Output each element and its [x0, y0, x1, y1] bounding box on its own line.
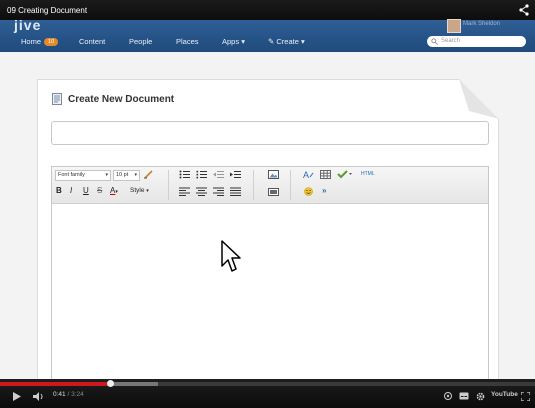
- user-name: Mark Sheldon: [463, 21, 501, 27]
- clear-formatting-icon[interactable]: [143, 170, 154, 179]
- app-logo[interactable]: jive: [14, 17, 41, 33]
- chevron-down-icon: ▾: [134, 172, 137, 178]
- underline-button[interactable]: U: [83, 186, 89, 195]
- emoticon-icon[interactable]: [303, 187, 314, 196]
- time-display: 0:41 / 3:24: [53, 391, 84, 398]
- video-title[interactable]: 09 Creating Document: [7, 6, 87, 15]
- chevron-down-icon: ▾: [301, 37, 305, 46]
- bold-button[interactable]: B: [56, 186, 62, 195]
- outdent-icon[interactable]: [213, 170, 224, 179]
- page-fold-decoration: [459, 79, 499, 119]
- style-label: Style: [130, 187, 145, 194]
- spellcheck-icon[interactable]: A: [303, 170, 314, 179]
- volume-icon[interactable]: [33, 392, 45, 401]
- toolbar-separator: [168, 170, 169, 200]
- video-title-bar: 09 Creating Document: [0, 0, 535, 20]
- font-size-select[interactable]: 10 pt ▾: [113, 170, 140, 181]
- youtube-label: YouTube: [491, 391, 518, 398]
- nav-home-label: Home: [21, 37, 42, 46]
- toolbar-separator: [290, 170, 291, 200]
- bullet-list-icon[interactable]: [179, 170, 190, 179]
- page-title: Create New Document: [68, 94, 175, 105]
- nav-create[interactable]: ✎ Create ▾: [268, 37, 305, 46]
- captions-icon[interactable]: [459, 392, 469, 400]
- video-progress-bar[interactable]: [0, 380, 535, 387]
- text-color-button[interactable]: A▾: [110, 186, 118, 195]
- search-icon: [431, 38, 438, 45]
- document-subject-field[interactable]: [51, 121, 489, 145]
- youtube-logo[interactable]: YouTube: [491, 391, 518, 398]
- chevron-down-icon: ▾: [115, 189, 118, 195]
- chevron-down-icon: ▾: [146, 188, 149, 194]
- nav-apps-label: Apps: [222, 37, 240, 46]
- share-icon[interactable]: [519, 4, 529, 16]
- image-icon[interactable]: [268, 170, 279, 179]
- user-menu[interactable]: Mark Sheldon: [447, 19, 517, 33]
- video-embed-icon[interactable]: [268, 187, 279, 196]
- notification-badge: 10: [44, 38, 59, 46]
- style-button[interactable]: Style ▾: [130, 187, 149, 194]
- editor-toolbar: Font family ▾ 10 pt ▾ B I U S A▾ Style ▾…: [52, 167, 488, 204]
- current-time: 0:41: [53, 391, 66, 398]
- nav-home[interactable]: Home 10: [21, 37, 59, 46]
- video-player-controls: 0:41 / 3:24 YouTube: [0, 379, 535, 408]
- search-placeholder: Search: [441, 38, 461, 44]
- nav-content[interactable]: Content: [79, 37, 105, 46]
- toolbar-separator: [253, 170, 254, 200]
- font-family-value: Font family: [58, 172, 85, 178]
- document-card: Create New Document Font family ▾ 10 pt ▾: [37, 79, 499, 398]
- more-tools-button[interactable]: »: [322, 186, 326, 195]
- align-right-icon[interactable]: [213, 187, 224, 196]
- page-body: Create New Document Font family ▾ 10 pt ▾: [0, 52, 535, 398]
- duration: 3:24: [71, 391, 84, 398]
- font-size-value: 10 pt: [116, 172, 129, 178]
- html-button[interactable]: HTML: [361, 171, 375, 177]
- nav-people[interactable]: People: [129, 37, 152, 46]
- rich-text-editor[interactable]: Font family ▾ 10 pt ▾ B I U S A▾ Style ▾…: [51, 166, 489, 398]
- mention-insert-icon[interactable]: [337, 170, 353, 179]
- nav-apps[interactable]: Apps ▾: [222, 37, 245, 46]
- align-center-icon[interactable]: [196, 187, 207, 196]
- table-icon[interactable]: [320, 170, 331, 179]
- align-justify-icon[interactable]: [230, 187, 241, 196]
- played-bar: [0, 382, 111, 386]
- font-family-select[interactable]: Font family ▾: [55, 170, 111, 181]
- settings-gear-icon[interactable]: [476, 392, 485, 401]
- pencil-icon: ✎: [268, 37, 275, 46]
- align-left-icon[interactable]: [179, 187, 190, 196]
- numbered-list-icon[interactable]: [196, 170, 207, 179]
- mouse-cursor-icon: [221, 240, 241, 272]
- document-icon: [52, 93, 62, 105]
- watch-later-icon[interactable]: [444, 392, 452, 400]
- indent-icon[interactable]: [230, 170, 241, 179]
- fullscreen-icon[interactable]: [521, 392, 530, 401]
- chevron-down-icon: ▾: [241, 37, 245, 46]
- italic-button[interactable]: I: [70, 186, 72, 195]
- app-header: jive Mark Sheldon Home 10 Content People …: [0, 17, 535, 52]
- chevron-down-icon: ▾: [105, 172, 108, 178]
- nav-create-label: Create: [276, 37, 299, 46]
- video-frame: 09 Creating Document jive Mark Sheldon H…: [0, 0, 535, 408]
- nav-places[interactable]: Places: [176, 37, 199, 46]
- strikethrough-button[interactable]: S: [97, 186, 102, 195]
- search-input[interactable]: Search: [427, 36, 526, 47]
- svg-text:A: A: [303, 170, 309, 179]
- avatar: [447, 19, 461, 33]
- play-icon[interactable]: [12, 392, 21, 401]
